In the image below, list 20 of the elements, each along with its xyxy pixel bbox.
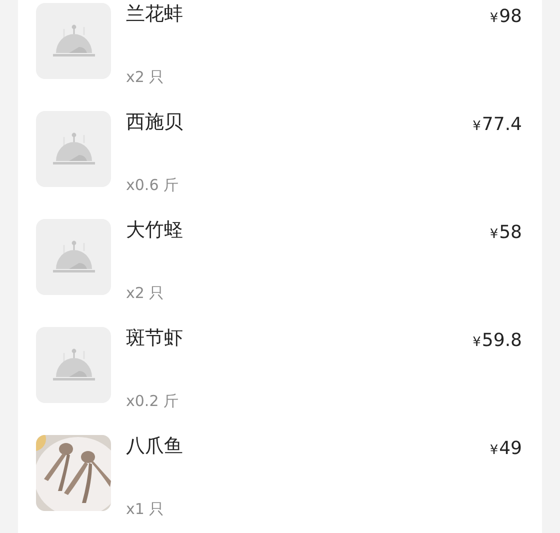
- product-name: 八爪鱼: [126, 434, 184, 459]
- product-name: 兰花蚌: [126, 2, 184, 27]
- quantity-label: x2 只: [126, 284, 166, 303]
- currency-symbol: ¥: [472, 119, 481, 134]
- quantity-label: x1 只: [126, 500, 166, 519]
- quantity-label: x0.6 斤: [126, 176, 180, 195]
- quantity-label: x2 只: [126, 68, 166, 87]
- currency-symbol: ¥: [490, 443, 498, 458]
- price: 49: [499, 438, 522, 459]
- price: 77.4: [482, 114, 522, 135]
- product-name: 大竹蛏: [126, 218, 184, 243]
- currency-symbol: ¥: [472, 335, 481, 350]
- price: 58: [499, 222, 522, 243]
- currency-symbol: ¥: [490, 227, 498, 242]
- quantity-label: x0.2 斤: [126, 392, 180, 411]
- product-name: 西施贝: [126, 110, 184, 135]
- product-name: 斑节虾: [126, 326, 184, 351]
- currency-symbol: ¥: [490, 11, 498, 26]
- price: 59.8: [482, 330, 522, 351]
- price: 98: [499, 6, 522, 27]
